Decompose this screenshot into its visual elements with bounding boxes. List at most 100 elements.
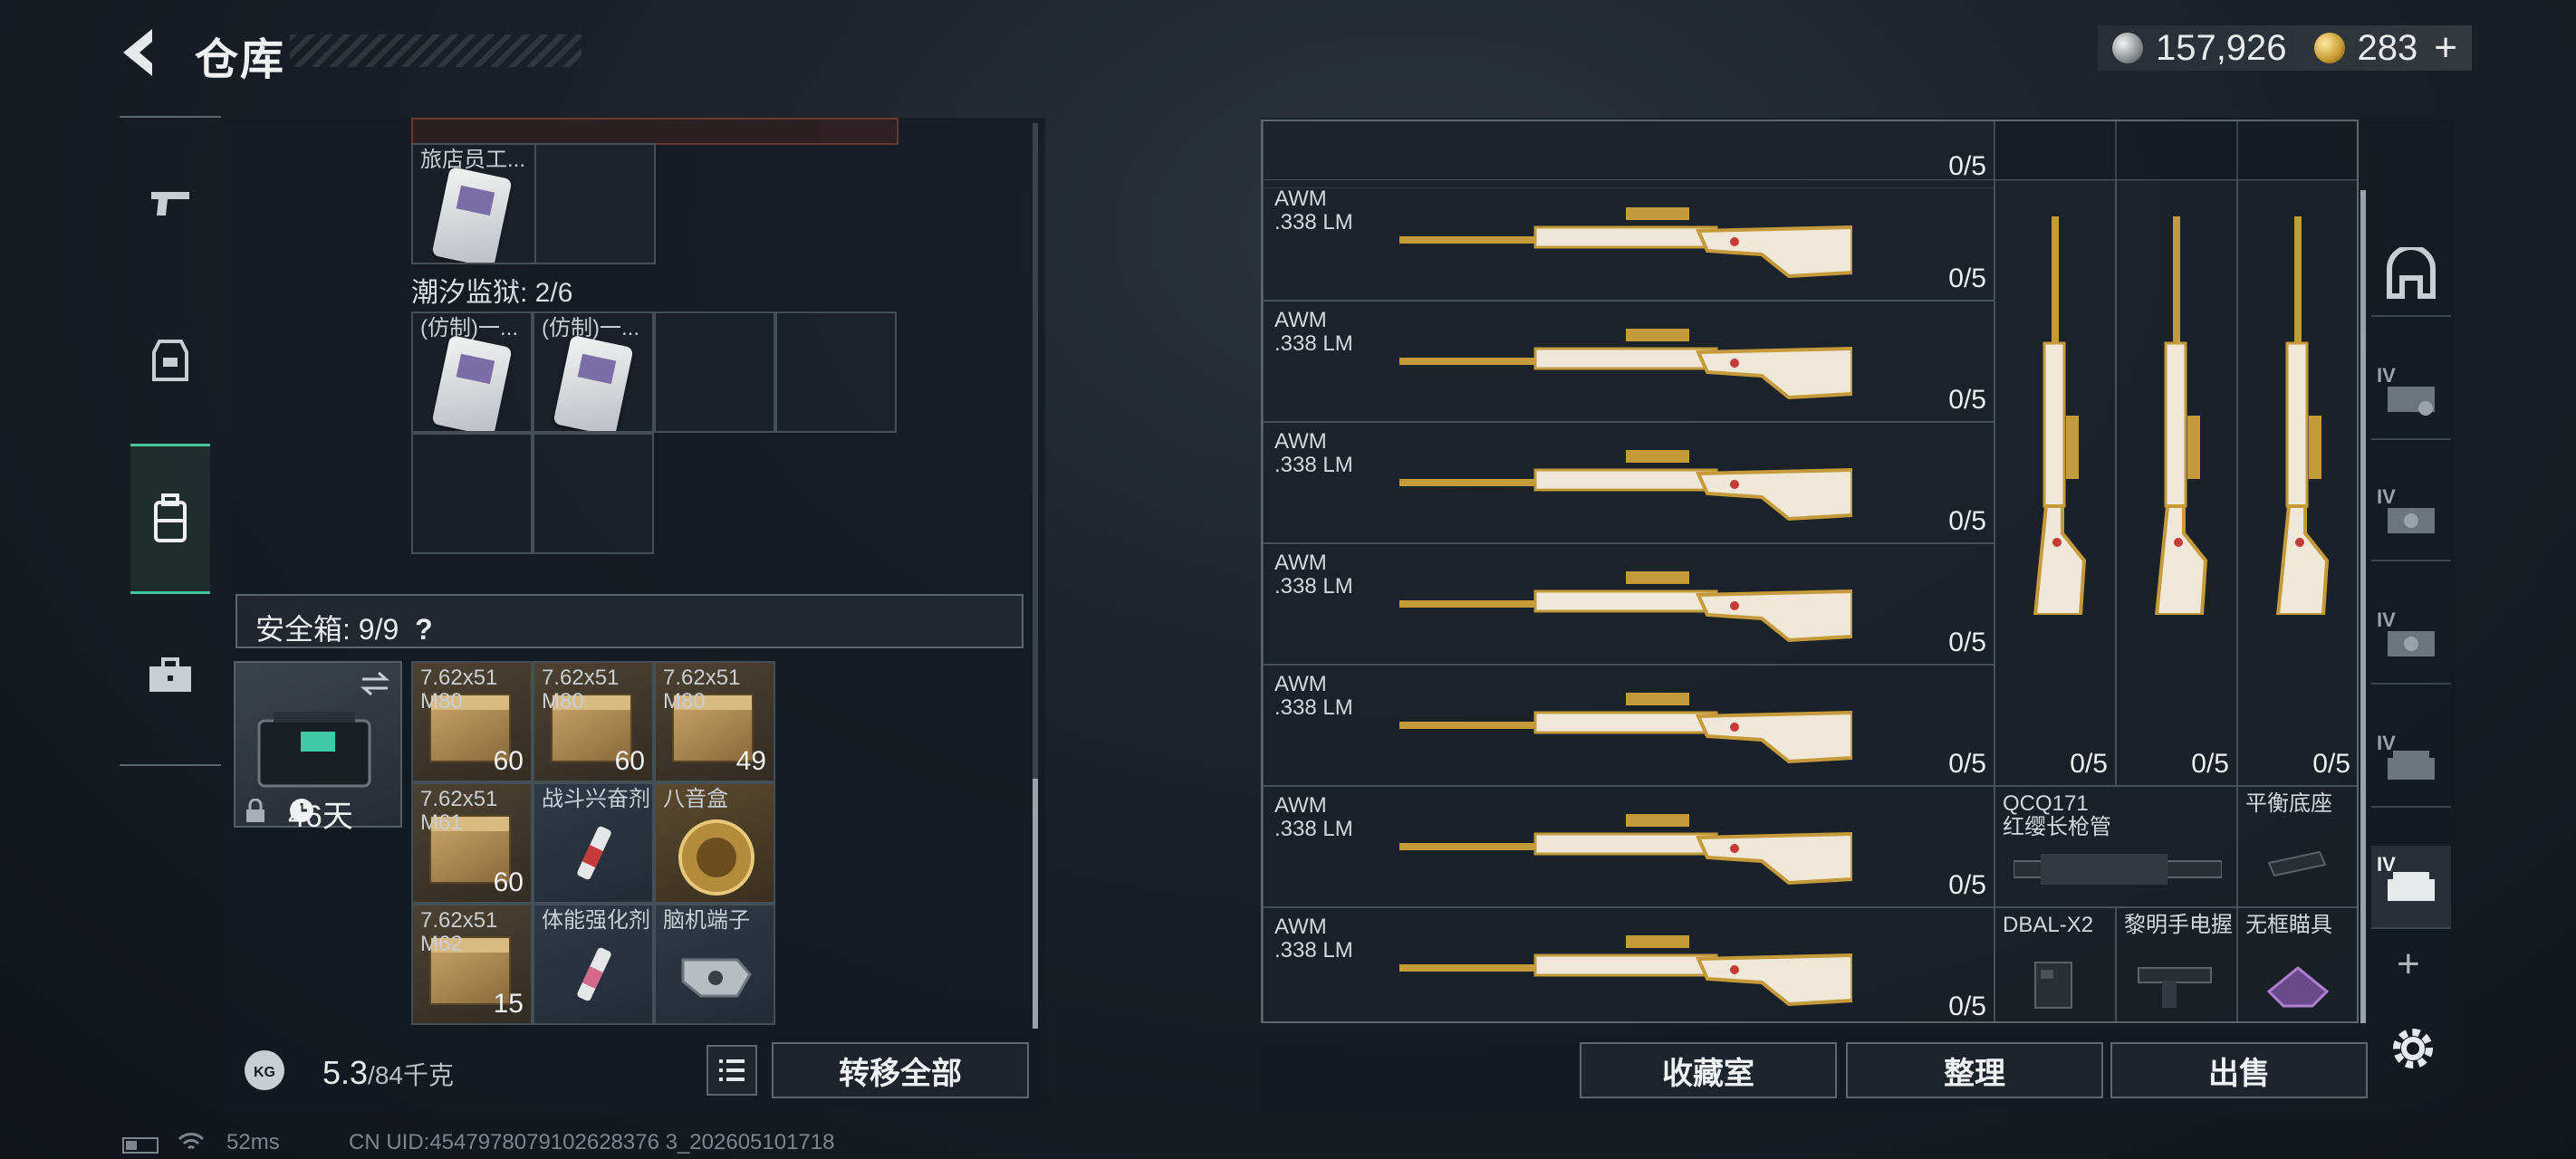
empty-slot[interactable] [654,311,775,433]
device-icon [681,958,752,998]
safe-box-header: 安全箱: 9/9 ? [235,594,1024,648]
tier-badge: IV [2377,608,2396,631]
awm-rifle-icon [1399,329,1852,400]
empty-slot[interactable] [411,433,533,554]
weight-max: /84千克 [368,1061,454,1089]
rail-backpack-tab[interactable] [130,444,210,594]
empty-slot[interactable] [2116,121,2237,181]
stimulant-slot[interactable]: 战斗兴奋剂 [533,782,654,904]
music-box-slot[interactable]: 八音盒 [654,782,775,904]
gun-row[interactable]: AWM .338 LM 0/5 [1263,422,1994,543]
backpack-icon [154,493,187,542]
item-label: 7.62x51 M62 [420,908,498,956]
gun-name: AWM .338 LM [1274,793,1353,841]
item-label: 7.62x51 M80 [663,666,741,714]
item-label: (仿制)一... [542,316,639,340]
item-label: 7.62x51 M61 [420,787,498,835]
item-count: 15 [493,989,524,1019]
sell-button[interactable]: 出售 [2110,1042,2368,1098]
list-view-button[interactable] [706,1045,757,1096]
left-category-rail [120,116,221,766]
item-label: 八音盒 [663,787,728,811]
empty-slot[interactable] [533,433,654,554]
empty-slot[interactable] [534,143,656,264]
item-label: QCQ171 红缨长枪管 [2003,791,2111,839]
rail-tier-tab-active[interactable]: IV [2371,846,2451,929]
wifi-icon [178,1133,205,1150]
durability: 0/5 [1948,749,1986,779]
inventory-slot[interactable]: (仿制)一... [411,311,533,433]
rail-tier-tab[interactable]: IV [2371,478,2451,561]
help-icon[interactable]: ? [415,613,433,646]
inventory-slot[interactable]: (仿制)一... [533,311,654,433]
empty-slot[interactable] [2237,121,2357,181]
gun-row[interactable]: AWM .338 LM 0/5 [1263,301,1994,422]
rail-tier-tab[interactable]: IV [2371,357,2451,440]
base-attachment-slot[interactable]: 平衡底座 [2237,786,2357,907]
item-label: DBAL-X2 [2003,913,2094,937]
gun-row[interactable]: AWM .338 LM 0/5 [1263,907,1994,1021]
empty-slot[interactable] [775,311,897,433]
empty-slot[interactable] [1994,121,2116,181]
ammo-slot[interactable]: 7.62x51 M62 15 [411,904,533,1025]
add-currency-button[interactable]: + [2434,25,2457,71]
awm-rifle-icon [1399,935,1852,1007]
vertical-gun-slot[interactable]: 0/5 [2237,179,2357,786]
laser-module-icon [2034,962,2072,1009]
gun-row[interactable]: AWM .338 LM 0/5 [1263,179,1994,301]
laser-attachment-slot[interactable]: DBAL-X2 [1994,907,2116,1021]
gun-row[interactable]: AWM .338 LM 0/5 [1263,665,1994,786]
awm-rifle-vertical-icon [2154,216,2208,615]
enhancer-slot[interactable]: 体能强化剂 [533,904,654,1025]
grip-icon [2138,967,2212,1008]
rail-armor-tab[interactable] [132,322,208,398]
collection-room-button[interactable]: 收藏室 [1580,1042,1837,1098]
awm-rifle-icon [1399,571,1852,643]
item-label: 7.62x51 M80 [542,666,620,714]
vertical-gun-slot[interactable]: 0/5 [2116,179,2237,786]
barrel-attachment-slot[interactable]: QCQ171 红缨长枪管 [1994,786,2237,907]
flashlight-grip-slot[interactable]: 黎明手电握 [2116,907,2237,1021]
warehouse-grid: 0/5 AWM .338 LM 0/5 AWM .338 LM 0/5 AWM … [1261,120,2359,1023]
rail-tier-tab[interactable]: IV [2371,724,2451,808]
transfer-all-button[interactable]: 转移全部 [772,1042,1029,1098]
ammo-slot[interactable]: 7.62x51 M80 60 [411,661,533,782]
ammo-slot[interactable]: 7.62x51 M80 60 [533,661,654,782]
battery-icon [122,1137,159,1154]
safe-case-icon [257,712,371,788]
rail-weapons-tab[interactable] [132,165,208,241]
gear-icon[interactable] [2388,1023,2438,1074]
durability: 0/5 [1948,385,1986,415]
gun-name: AWM .338 LM [1274,915,1353,963]
tier-badge: IV [2377,485,2396,508]
rail-case-tab[interactable] [132,637,208,714]
safe-box-count: 安全箱: 9/9 [255,613,399,646]
organize-button[interactable]: 整理 [1846,1042,2103,1098]
title-decoration [290,34,582,67]
durability: 0/5 [2070,749,2108,779]
partial-row-top [411,118,899,145]
swap-icon[interactable] [359,670,391,697]
frameless-sight-slot[interactable]: 无框瞄具 [2237,907,2357,1021]
awm-rifle-vertical-icon [2275,216,2330,615]
weight-display: 5.3/84千克 [322,1054,454,1092]
ammo-slot[interactable]: 7.62x51 M80 49 [654,661,775,782]
awm-rifle-icon [1399,693,1852,764]
item-label: 体能强化剂 [542,908,650,933]
vertical-gun-slot[interactable]: 0/5 [1994,179,2116,786]
brain-terminal-slot[interactable]: 脑机端子 [654,904,775,1025]
gun-name: AWM .338 LM [1274,551,1353,599]
gun-row-partial[interactable]: 0/5 [1263,121,1994,188]
gun-row[interactable]: AWM .338 LM 0/5 [1263,543,1994,665]
durability: 0/5 [1948,627,1986,657]
back-arrow-icon[interactable] [118,25,163,80]
rail-tier-tab[interactable]: IV [2371,601,2451,685]
rail-all-items-tab[interactable] [2371,234,2451,317]
backpack-scrollbar-thumb[interactable] [1033,779,1038,1029]
ammo-slot[interactable]: 7.62x51 M61 60 [411,782,533,904]
add-category-button[interactable]: + [2397,942,2420,987]
gun-row[interactable]: AWM .338 LM 0/5 [1263,786,1994,907]
lock-icon [246,799,264,822]
awm-rifle-vertical-icon [2033,216,2087,615]
list-icon [719,1059,745,1081]
